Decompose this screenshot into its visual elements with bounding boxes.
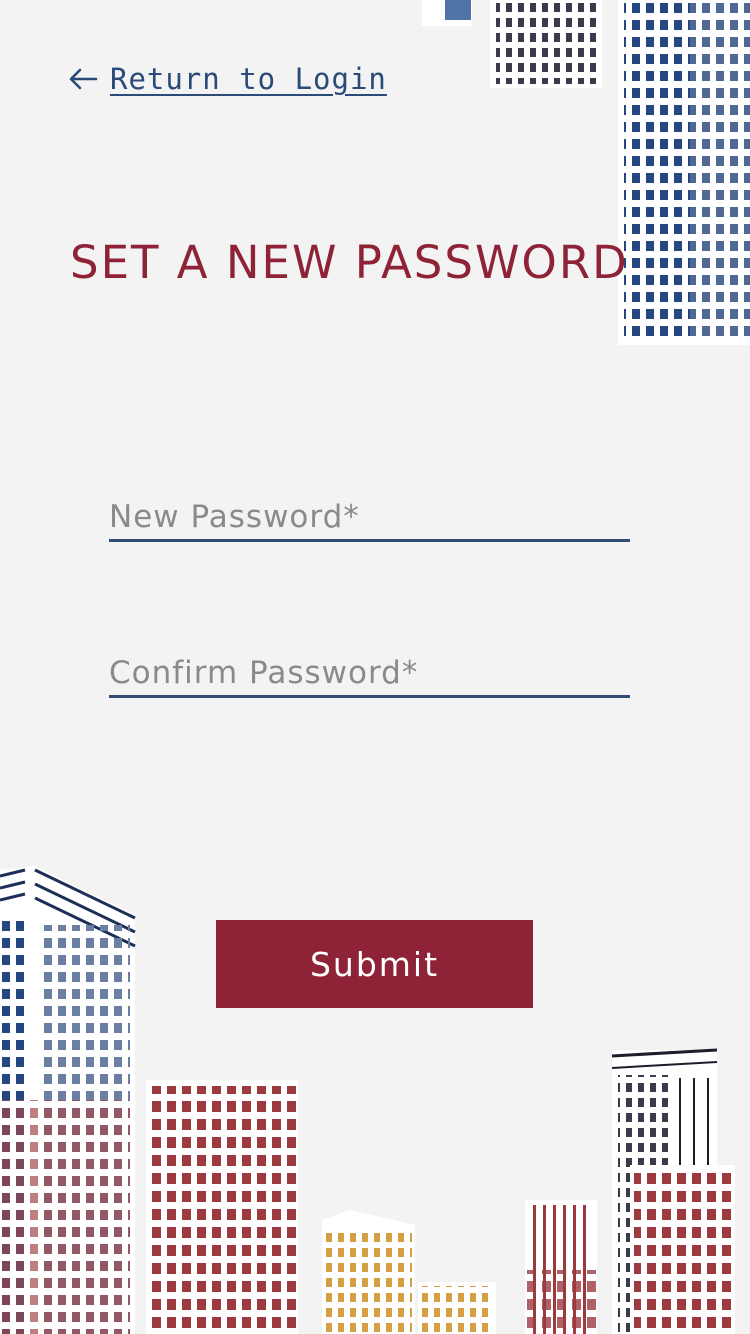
return-to-login-link[interactable]: Return to Login xyxy=(68,62,387,96)
arrow-left-icon xyxy=(69,68,98,90)
submit-button[interactable]: Submit xyxy=(216,920,533,1008)
new-password-input[interactable] xyxy=(109,494,630,542)
return-to-login-label: Return to Login xyxy=(110,62,387,96)
confirm-password-input[interactable] xyxy=(109,650,630,698)
page-title: SET A NEW PASSWORD xyxy=(70,236,629,289)
